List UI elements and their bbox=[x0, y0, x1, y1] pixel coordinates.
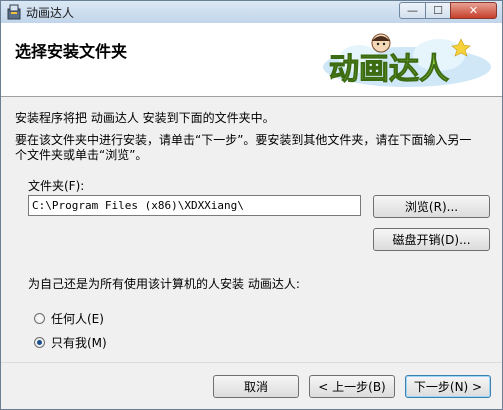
logo-text: 动画达人 bbox=[329, 52, 449, 87]
window-title: 动画达人 bbox=[26, 6, 75, 20]
radio-everyone-label: 任何人(E) bbox=[51, 312, 104, 326]
minimize-button[interactable]: — bbox=[399, 2, 426, 19]
cancel-button-label: 取消 bbox=[243, 380, 268, 394]
installer-window: 动画达人 — ☐ ✕ 选择安装文件夹 动画达人 安装程序将把 动画达人 安装到下… bbox=[0, 0, 503, 410]
install-for-question: 为自己还是为所有使用该计算机的人安装 动画达人: bbox=[28, 277, 300, 291]
back-button[interactable]: < 上一步(B) bbox=[309, 375, 395, 398]
maximize-button[interactable]: ☐ bbox=[425, 2, 451, 19]
radio-selected-dot bbox=[37, 340, 42, 345]
radio-only-me-label: 只有我(M) bbox=[51, 336, 107, 350]
radio-only-me[interactable]: 只有我(M) bbox=[34, 334, 107, 351]
wizard-header: 选择安装文件夹 动画达人 bbox=[1, 23, 502, 97]
cancel-button[interactable]: 取消 bbox=[213, 375, 299, 398]
disk-cost-button[interactable]: 磁盘开销(D)... bbox=[373, 228, 490, 251]
close-icon: ✕ bbox=[468, 4, 479, 17]
footer-divider bbox=[1, 362, 502, 363]
title-bar[interactable]: 动画达人 — ☐ ✕ bbox=[1, 1, 502, 24]
instruction-text-line2: 个文件夹或单击“浏览”。 bbox=[15, 148, 148, 162]
intro-text: 安装程序将把 动画达人 安装到下面的文件夹中。 bbox=[15, 111, 275, 125]
close-button[interactable]: ✕ bbox=[450, 2, 497, 19]
next-button-label: 下一步(N) > bbox=[413, 380, 483, 394]
folder-field-label: 文件夹(F): bbox=[28, 179, 85, 193]
browse-button[interactable]: 浏览(R)... bbox=[373, 195, 490, 218]
next-button[interactable]: 下一步(N) > bbox=[405, 375, 491, 398]
radio-button-selected-icon[interactable] bbox=[34, 337, 45, 348]
app-installer-icon bbox=[7, 4, 21, 20]
radio-button-icon[interactable] bbox=[34, 313, 45, 324]
browse-button-label: 浏览(R)... bbox=[404, 200, 459, 214]
disk-cost-button-label: 磁盘开销(D)... bbox=[392, 233, 471, 247]
folder-path-input[interactable] bbox=[28, 195, 361, 216]
app-logo-banner: 动画达人 bbox=[323, 33, 491, 88]
radio-everyone[interactable]: 任何人(E) bbox=[34, 310, 104, 327]
page-title: 选择安装文件夹 bbox=[15, 42, 128, 61]
minimize-icon: — bbox=[407, 4, 418, 17]
maximize-icon: ☐ bbox=[433, 4, 443, 17]
back-button-label: < 上一步(B) bbox=[318, 380, 386, 394]
